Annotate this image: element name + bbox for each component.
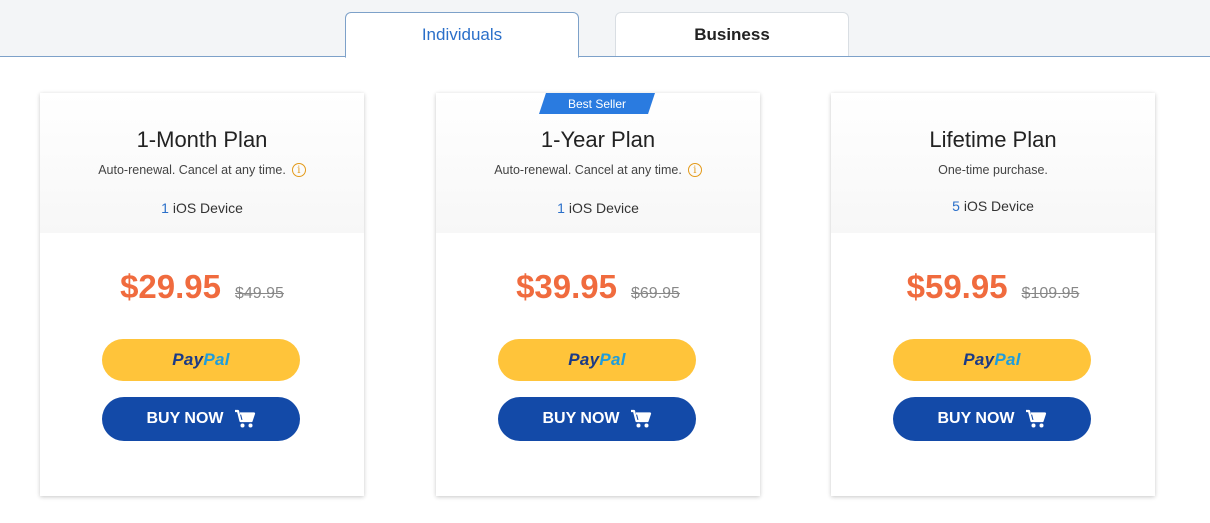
original-price: $109.95 — [1021, 285, 1080, 302]
plan-subtitle: One-time purchase. — [831, 163, 1155, 177]
shopping-cart-icon — [1025, 409, 1046, 428]
current-price: $29.95 — [120, 268, 221, 305]
plan-card-header: Lifetime Plan One-time purchase. 5 iOS D… — [831, 93, 1155, 233]
tab-individuals[interactable]: Individuals — [345, 12, 579, 58]
paypal-button[interactable]: PayPal — [893, 339, 1091, 381]
plan-card-header: 1-Month Plan Auto-renewal. Cancel at any… — [40, 93, 364, 233]
device-label: iOS Device — [963, 198, 1034, 214]
plan-title: 1-Year Plan — [540, 127, 656, 152]
original-price: $49.95 — [235, 285, 284, 302]
plan-card-header: 1-Year Plan Auto-renewal. Cancel at any … — [436, 93, 760, 233]
paypal-logo: PayPal — [172, 350, 230, 369]
plan-tabs: Individuals Business — [0, 0, 1210, 58]
paypal-logo: PayPal — [568, 350, 626, 369]
buy-now-label: BUY NOW — [146, 410, 224, 427]
buy-now-button[interactable]: BUY NOW — [498, 397, 696, 441]
device-line: 5 iOS Device — [831, 198, 1155, 214]
device-label: iOS Device — [568, 200, 639, 216]
info-icon[interactable]: i — [687, 163, 702, 177]
price-row: $29.95 $49.95 — [40, 268, 364, 306]
buy-now-button[interactable]: BUY NOW — [893, 397, 1091, 441]
buy-now-button[interactable]: BUY NOW — [102, 397, 300, 441]
device-count: 5 — [952, 198, 960, 214]
plan-title: 1-Month Plan — [136, 127, 268, 152]
plan-card-lifetime: Lifetime Plan One-time purchase. 5 iOS D… — [831, 93, 1155, 496]
plan-subtitle-text: Auto-renewal. Cancel at any time. — [494, 163, 682, 177]
plan-card-1-year: 1-Year Plan Auto-renewal. Cancel at any … — [436, 93, 760, 496]
plan-subtitle: Auto-renewal. Cancel at any time. i — [436, 163, 760, 177]
tab-business[interactable]: Business — [615, 12, 849, 56]
plan-subtitle: Auto-renewal. Cancel at any time. i — [40, 163, 364, 177]
buy-now-label: BUY NOW — [542, 410, 620, 427]
plan-card-1-month: 1-Month Plan Auto-renewal. Cancel at any… — [40, 93, 364, 496]
device-line: 1 iOS Device — [436, 200, 760, 216]
price-row: $59.95 $109.95 — [831, 268, 1155, 306]
device-count: 1 — [161, 200, 169, 216]
tab-business-label: Business — [694, 24, 770, 44]
tab-individuals-label: Individuals — [421, 25, 503, 44]
paypal-logo: PayPal — [963, 350, 1021, 369]
original-price: $69.95 — [631, 285, 680, 302]
device-count: 1 — [557, 200, 565, 216]
plan-subtitle-text: One-time purchase. — [938, 163, 1048, 177]
plan-subtitle-text: Auto-renewal. Cancel at any time. — [98, 163, 286, 177]
info-icon[interactable]: i — [291, 163, 306, 177]
paypal-button[interactable]: PayPal — [102, 339, 300, 381]
shopping-cart-icon — [630, 409, 651, 428]
current-price: $59.95 — [906, 268, 1008, 305]
price-row: $39.95 $69.95 — [436, 268, 760, 306]
paypal-button[interactable]: PayPal — [498, 339, 696, 381]
best-seller-badge: Best Seller — [539, 93, 655, 114]
plan-title: Lifetime Plan — [929, 127, 1057, 152]
device-label: iOS Device — [172, 200, 243, 216]
current-price: $39.95 — [516, 268, 617, 305]
buy-now-label: BUY NOW — [937, 410, 1015, 427]
device-line: 1 iOS Device — [40, 200, 364, 216]
shopping-cart-icon — [234, 409, 255, 428]
